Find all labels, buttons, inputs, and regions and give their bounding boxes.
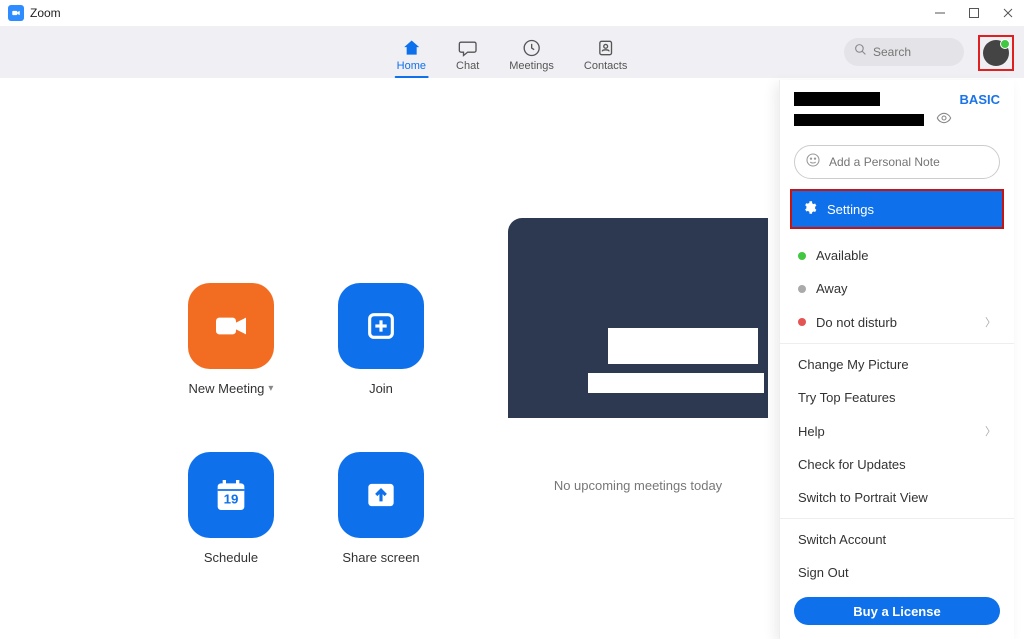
profile-name-redacted <box>794 92 880 106</box>
reveal-email-icon[interactable] <box>936 110 952 129</box>
tab-home[interactable]: Home <box>397 38 426 78</box>
chat-icon <box>458 38 478 58</box>
search-icon <box>854 43 867 61</box>
new-meeting-button[interactable] <box>188 283 274 369</box>
hero-date-redacted <box>588 373 764 393</box>
settings-label: Settings <box>827 202 874 217</box>
action-grid: New Meeting ▾ Join 19 <box>186 283 426 565</box>
switch-portrait[interactable]: Switch to Portrait View <box>780 481 1014 514</box>
switch-account[interactable]: Switch Account <box>780 523 1014 556</box>
status-away[interactable]: Away <box>780 272 1014 305</box>
maximize-button[interactable] <box>966 5 982 21</box>
personal-note-input-wrap[interactable] <box>794 145 1000 179</box>
tab-label: Chat <box>456 60 479 72</box>
window-title: Zoom <box>30 6 61 20</box>
schedule-button[interactable]: 19 <box>188 452 274 538</box>
clock-icon <box>522 38 542 58</box>
schedule-label: Schedule <box>204 550 258 565</box>
sign-out[interactable]: Sign Out <box>780 556 1014 589</box>
tab-contacts[interactable]: Contacts <box>584 38 627 78</box>
status-dot-green <box>798 252 806 260</box>
emoji-icon[interactable] <box>805 152 821 173</box>
tab-label: Meetings <box>509 60 554 72</box>
change-picture[interactable]: Change My Picture <box>780 348 1014 381</box>
help-menu[interactable]: Help 〉 <box>780 414 1014 448</box>
chevron-right-icon: 〉 <box>985 423 996 439</box>
settings-menu-item[interactable]: Settings <box>790 189 1004 229</box>
window-controls <box>932 5 1016 21</box>
personal-note-input[interactable] <box>829 155 989 169</box>
home-icon <box>401 38 421 58</box>
buy-license-button[interactable]: Buy a License <box>794 597 1000 625</box>
gear-icon <box>802 200 817 218</box>
tab-chat[interactable]: Chat <box>456 38 479 78</box>
menu-divider <box>780 518 1014 519</box>
profile-header: BASIC <box>780 80 1014 135</box>
status-dnd[interactable]: Do not disturb 〉 <box>780 305 1014 339</box>
nav-tabs: Home Chat Meetings Contacts <box>397 26 628 78</box>
status-dot-red <box>798 318 806 326</box>
tab-label: Home <box>397 60 426 72</box>
join-button[interactable] <box>338 283 424 369</box>
new-meeting-label[interactable]: New Meeting ▾ <box>189 381 274 396</box>
check-updates[interactable]: Check for Updates <box>780 448 1014 481</box>
share-screen-button[interactable] <box>338 452 424 538</box>
status-available[interactable]: Available <box>780 239 1014 272</box>
status-dot-gray <box>798 285 806 293</box>
menu-divider <box>780 343 1014 344</box>
close-button[interactable] <box>1000 5 1016 21</box>
toolbar: Home Chat Meetings Contacts <box>0 26 1024 78</box>
main-area: New Meeting ▾ Join 19 <box>0 78 1024 602</box>
share-screen-label: Share screen <box>342 550 419 565</box>
hero-card <box>508 218 768 418</box>
zoom-app-icon <box>8 5 24 21</box>
profile-avatar-highlight <box>978 35 1014 71</box>
no-upcoming-label: No upcoming meetings today <box>508 478 768 493</box>
search-input[interactable] <box>873 45 953 59</box>
search-box[interactable] <box>844 38 964 66</box>
join-label: Join <box>369 381 393 396</box>
minimize-button[interactable] <box>932 5 948 21</box>
plan-badge: BASIC <box>960 92 1000 129</box>
chevron-down-icon: ▾ <box>268 383 273 394</box>
tab-meetings[interactable]: Meetings <box>509 38 554 78</box>
profile-avatar[interactable] <box>983 40 1009 66</box>
try-top-features[interactable]: Try Top Features <box>780 381 1014 414</box>
titlebar: Zoom <box>0 0 1024 26</box>
hero-time-redacted <box>608 328 758 364</box>
svg-text:19: 19 <box>224 491 239 506</box>
tab-label: Contacts <box>584 60 627 72</box>
chevron-right-icon: 〉 <box>985 314 996 330</box>
profile-email-redacted <box>794 114 924 126</box>
profile-menu: BASIC Settings Available Away Do not dis… <box>779 80 1014 639</box>
contacts-icon <box>596 38 616 58</box>
